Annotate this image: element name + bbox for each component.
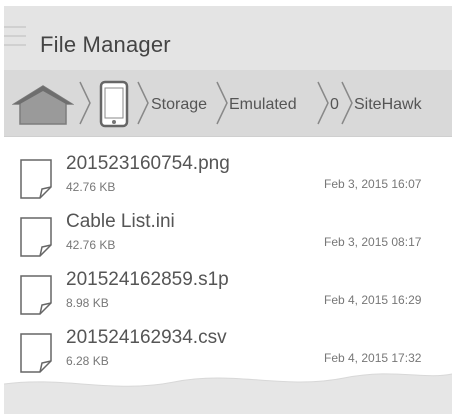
- file-name: 201524162934.csv: [66, 327, 227, 348]
- file-manager-app: File Manager Storage Emulated 0 SiteHawk…: [4, 6, 452, 414]
- file-icon: [20, 159, 52, 199]
- breadcrumb: Storage Emulated 0 SiteHawk: [4, 70, 452, 137]
- chevron-right-icon: [79, 81, 91, 125]
- file-icon: [20, 275, 52, 315]
- torn-edge: [4, 373, 452, 414]
- list-item[interactable]: Cable List.ini 42.76 KB Feb 3, 2015 08:1…: [4, 209, 452, 267]
- file-size: 42.76 KB: [66, 180, 116, 194]
- app-title: File Manager: [40, 32, 171, 57]
- file-date: Feb 3, 2015 08:17: [324, 235, 422, 249]
- file-icon: [20, 217, 52, 257]
- breadcrumb-item-emulated[interactable]: Emulated: [229, 96, 297, 114]
- breadcrumb-device[interactable]: [98, 80, 130, 128]
- menu-icon[interactable]: [4, 26, 26, 56]
- chevron-right-icon: [341, 81, 353, 125]
- file-name: Cable List.ini: [66, 211, 175, 232]
- chevron-right-icon: [216, 81, 228, 125]
- list-item[interactable]: 201524162859.s1p 8.98 KB Feb 4, 2015 16:…: [4, 267, 452, 325]
- breadcrumb-item-0[interactable]: 0: [330, 96, 339, 114]
- breadcrumb-item-sitehawk[interactable]: SiteHawk: [354, 96, 422, 114]
- list-item[interactable]: 201523160754.png 42.76 KB Feb 3, 2015 16…: [4, 151, 452, 209]
- file-name: 201523160754.png: [66, 153, 230, 174]
- file-list: 201523160754.png 42.76 KB Feb 3, 2015 16…: [4, 137, 452, 414]
- home-icon: [11, 85, 75, 125]
- chevron-right-icon: [317, 81, 329, 125]
- file-date: Feb 4, 2015 16:29: [324, 293, 422, 307]
- title-bar: File Manager: [4, 6, 452, 70]
- file-name: 201524162859.s1p: [66, 269, 229, 290]
- phone-icon: [99, 80, 129, 128]
- file-date: Feb 3, 2015 16:07: [324, 177, 422, 191]
- breadcrumb-home[interactable]: [11, 82, 75, 126]
- breadcrumb-item-storage[interactable]: Storage: [151, 96, 207, 114]
- file-size: 8.98 KB: [66, 296, 109, 310]
- chevron-right-icon: [137, 81, 149, 125]
- file-size: 42.76 KB: [66, 238, 116, 252]
